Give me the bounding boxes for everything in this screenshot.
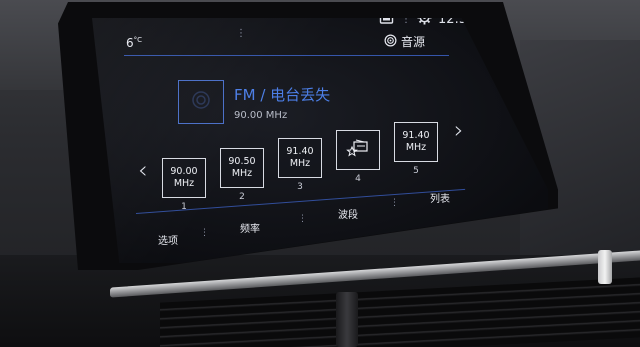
radio-logo-placeholder-icon <box>191 90 211 114</box>
audio-source-button[interactable]: 音源 <box>384 33 425 50</box>
menu-separator: ⋮ <box>200 228 209 238</box>
screen-icon[interactable] <box>379 18 395 29</box>
preset-frequency: 90.50 <box>228 156 256 168</box>
hazard-button[interactable] <box>598 250 612 284</box>
car-dashboard-photo: 6°C ⋮ ⋮ 12:39 音源 FM / 电台丢失 90.00 MHz ‹ ›… <box>0 0 640 347</box>
preset-number: 3 <box>297 182 303 192</box>
chevron-left-icon[interactable]: ‹ <box>138 156 148 184</box>
audio-source-label: 音源 <box>401 35 426 49</box>
preset-number: 5 <box>413 166 419 176</box>
preset-number: 2 <box>239 192 245 202</box>
preset-unit: MHz <box>231 168 253 179</box>
menu-separator: ⋮ <box>390 198 399 208</box>
favorite-add-icon <box>346 138 370 162</box>
menu-band[interactable]: 波段 <box>338 206 358 221</box>
preset-button-3[interactable]: 91.40 MHz <box>278 138 322 178</box>
menu-options[interactable]: 选项 <box>158 232 178 247</box>
menu-list[interactable]: 列表 <box>430 190 450 205</box>
status-separator: ⋮ <box>401 18 411 25</box>
chevron-right-icon[interactable]: › <box>454 116 464 144</box>
header-divider <box>124 55 449 56</box>
preset-unit: MHz <box>173 178 195 189</box>
menu-separator: ⋮ <box>298 214 307 224</box>
preset-button-4[interactable] <box>336 130 380 170</box>
air-vent-knob[interactable] <box>336 292 358 347</box>
menu-frequency[interactable]: 频率 <box>240 220 260 235</box>
radio-source-icon <box>384 34 397 50</box>
outside-temperature: 6°C <box>126 36 143 50</box>
current-frequency: 90.00 MHz <box>234 110 288 121</box>
gear-icon[interactable] <box>417 18 432 29</box>
infotainment-screen: 6°C ⋮ ⋮ 12:39 音源 FM / 电台丢失 90.00 MHz ‹ ›… <box>92 18 548 263</box>
page-indicator-dots: ⋮ <box>236 28 246 39</box>
station-logo <box>178 80 224 124</box>
preset-button-2[interactable]: 90.50 MHz <box>220 148 264 188</box>
preset-frequency: 91.40 <box>286 146 314 158</box>
preset-button-5[interactable]: 91.40 MHz <box>394 122 438 162</box>
preset-unit: MHz <box>405 142 427 153</box>
preset-button-1[interactable]: 90.00 MHz <box>162 158 206 198</box>
preset-frequency: 91.40 <box>402 130 430 142</box>
status-bar: ⋮ 12:39 <box>379 18 475 29</box>
preset-unit: MHz <box>289 158 311 169</box>
preset-frequency: 90.00 <box>170 166 198 178</box>
station-title: FM / 电台丢失 <box>234 86 331 104</box>
preset-number: 4 <box>355 174 361 184</box>
